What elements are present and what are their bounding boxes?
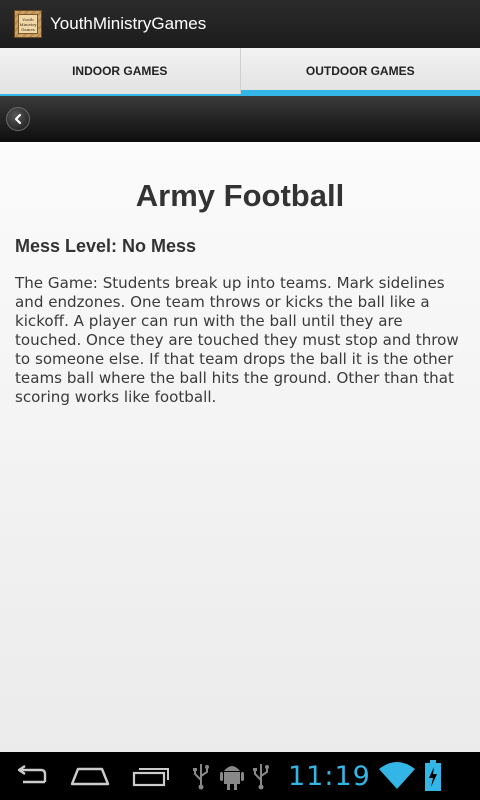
tab-indoor-games[interactable]: INDOOR GAMES [0,48,240,94]
debug-status [216,761,248,791]
wifi-status [377,761,417,791]
home-icon [70,767,110,786]
usb-status [186,762,216,790]
action-bar: Youth Ministry Games YouthMinistryGames [0,0,480,48]
clock: 11:19 [288,760,371,792]
battery-charging-icon [424,760,441,791]
usb-status-2 [248,762,274,790]
recent-apps-icon [132,768,169,787]
mess-level: Mess Level: No Mess [15,236,197,256]
app-logo-text: Youth Ministry Games [18,14,38,34]
tab-bar: INDOOR GAMES OUTDOOR GAMES [0,48,480,96]
back-arrow-icon [14,113,22,125]
nav-recent-apps-button[interactable] [120,764,182,788]
nav-back-button[interactable] [2,764,60,788]
app-title: YouthMinistryGames [50,14,207,33]
usb-icon [193,764,209,790]
back-icon [17,765,47,784]
system-bar: 11:19 [0,752,480,800]
game-title: Army Football [135,178,345,213]
game-description: The Game: Students break up into teams. … [15,274,459,406]
app-logo-icon[interactable]: Youth Ministry Games [14,10,42,38]
usb-icon [253,764,269,790]
nav-home-button[interactable] [60,765,120,787]
android-debug-icon [220,766,244,790]
wifi-icon [378,762,415,789]
toolbar [0,96,480,142]
back-button[interactable] [6,107,30,131]
tab-outdoor-games[interactable]: OUTDOOR GAMES [239,48,480,96]
battery-status [421,760,445,792]
game-detail: Army Football Mess Level: No Mess The Ga… [0,142,480,752]
